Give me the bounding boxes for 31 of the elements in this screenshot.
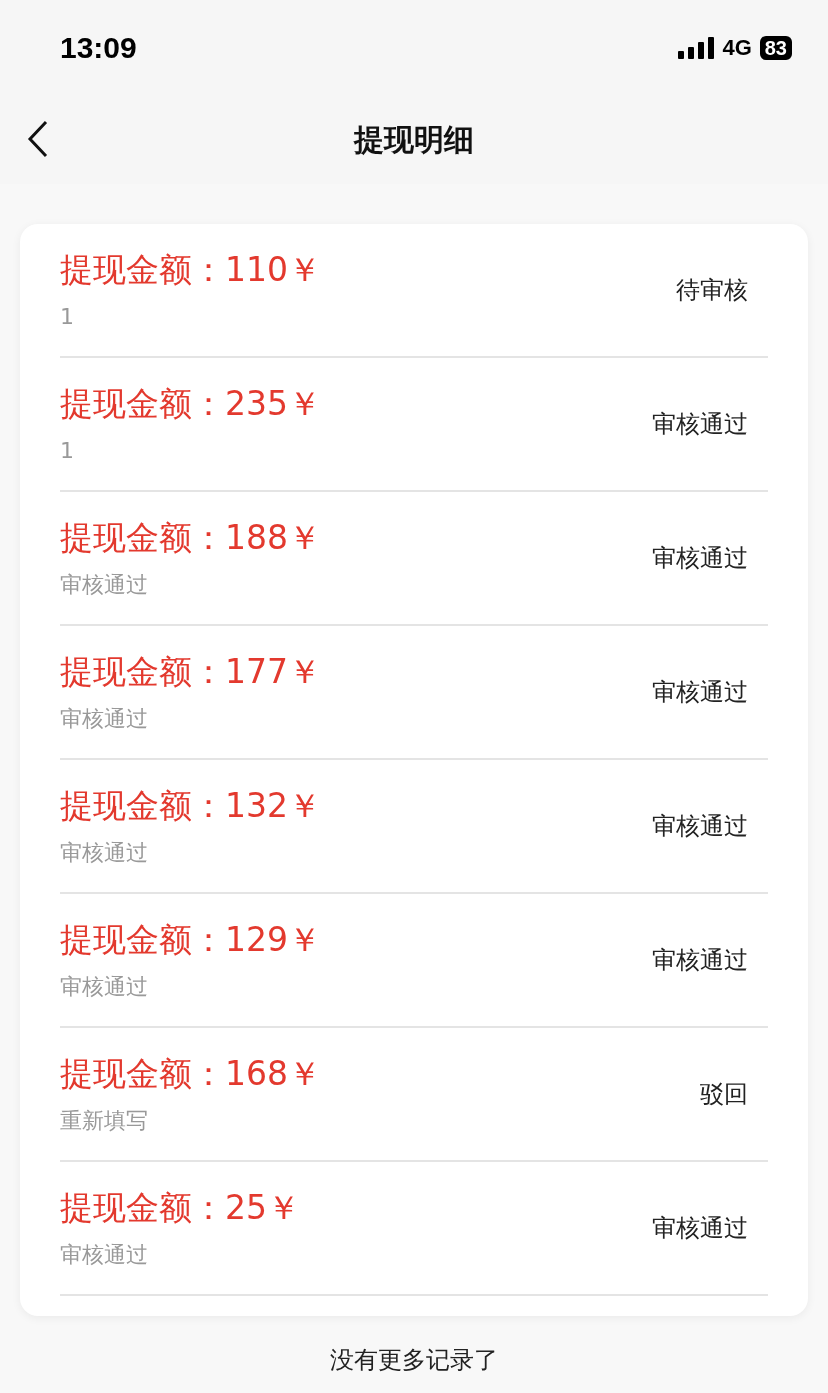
status-text: 驳回	[700, 1079, 748, 1110]
amount-text: 提现金额：25￥	[60, 1188, 300, 1228]
battery-level: 83	[759, 36, 792, 60]
amount-text: 提现金额：129￥	[60, 920, 321, 960]
amount-text: 提现金额：188￥	[60, 518, 321, 558]
note-text: 审核通过	[60, 974, 149, 1000]
note-text: 审核通过	[60, 840, 149, 866]
amount-text: 提现金额：168￥	[60, 1054, 321, 1094]
status-text: 审核通过	[652, 543, 748, 574]
note-text: 审核通过	[60, 572, 149, 598]
status-text: 审核通过	[652, 409, 748, 440]
status-text: 审核通过	[652, 811, 748, 842]
note-text: 重新填写	[60, 1108, 149, 1134]
note-text: 审核通过	[60, 706, 149, 732]
amount-text: 提现金额：110￥	[60, 250, 321, 290]
back-icon[interactable]	[26, 120, 50, 158]
status-text: 审核通过	[652, 1213, 748, 1244]
status-text: 审核通过	[652, 677, 748, 708]
amount-text: 提现金额：177￥	[60, 652, 321, 692]
status-text: 待审核	[676, 275, 748, 306]
amount-text: 提现金额：132￥	[60, 786, 321, 826]
end-of-list-text: 没有更多记录了	[329, 1345, 499, 1376]
note-text: 审核通过	[60, 1242, 149, 1268]
page-title: 提现明细	[354, 120, 474, 159]
note-text: 1	[60, 304, 75, 330]
amount-text: 提现金额：235￥	[60, 384, 321, 424]
status-text: 审核通过	[652, 945, 748, 976]
status-time: 13:09	[60, 31, 137, 65]
network-label: 4G	[722, 35, 752, 61]
note-text: 1	[60, 438, 75, 464]
signal-icon	[678, 37, 715, 59]
